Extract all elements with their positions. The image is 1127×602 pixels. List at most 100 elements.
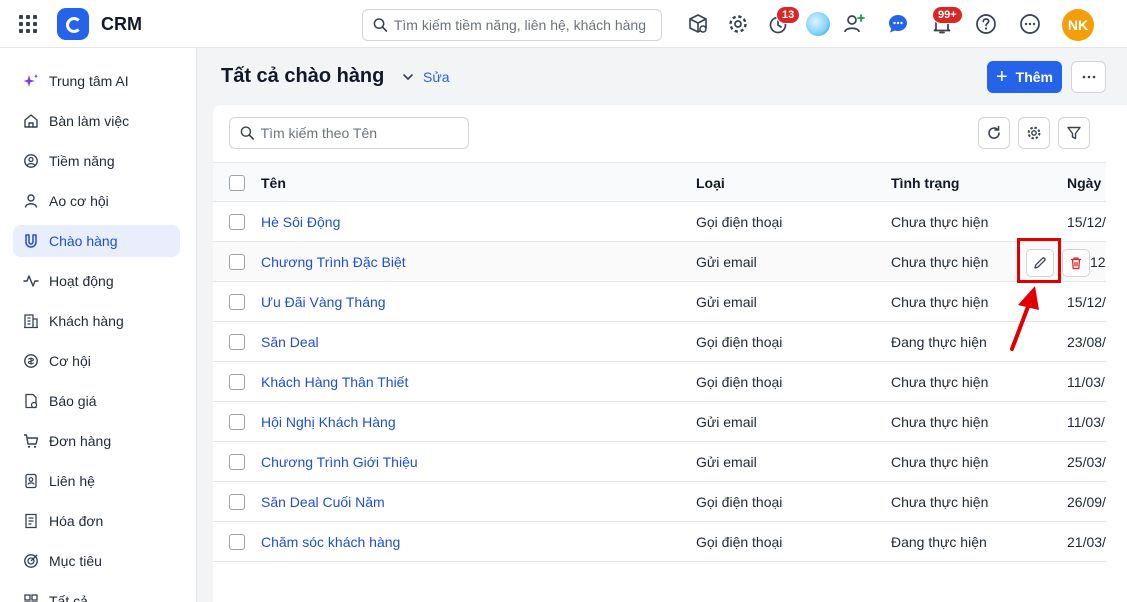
- row-checkbox[interactable]: [229, 374, 245, 390]
- row-checkbox[interactable]: [229, 334, 245, 350]
- row-checkbox[interactable]: [229, 534, 245, 550]
- table-row[interactable]: Săn Deal Cuối Năm Gọi điện thoại Chưa th…: [213, 482, 1127, 522]
- row-checkbox[interactable]: [229, 294, 245, 310]
- row-name-link[interactable]: Săn Deal Cuối Năm: [261, 494, 385, 510]
- sidebar-item-orders[interactable]: Đơn hàng: [13, 425, 180, 457]
- global-search-input[interactable]: [393, 17, 661, 33]
- row-name-link[interactable]: Hội Nghị Khách Hàng: [261, 414, 396, 430]
- pool-icon: [24, 194, 38, 208]
- table-row[interactable]: Chăm sóc khách hàng Gọi điện thoại Đang …: [213, 522, 1127, 562]
- sidebar-item-label: Báo giá: [49, 393, 97, 409]
- row-checkbox[interactable]: [229, 414, 245, 430]
- row-edit-button[interactable]: [1026, 249, 1054, 277]
- row-name-link[interactable]: Ưu Đãi Vàng Tháng: [261, 294, 386, 310]
- notification-bell-icon[interactable]: 99+: [930, 6, 963, 36]
- select-all-checkbox[interactable]: [229, 175, 245, 191]
- row-type: Gọi điện thoại: [696, 494, 783, 510]
- column-header-type[interactable]: Loại: [696, 175, 725, 191]
- invoice-icon: [25, 513, 37, 529]
- list-search[interactable]: [229, 117, 469, 149]
- package-search-icon[interactable]: [686, 12, 710, 36]
- sidebar: Trung tâm AI Bàn làm việc Tiềm năng Ao c…: [0, 48, 197, 602]
- column-header-status[interactable]: Tình trạng: [891, 175, 959, 191]
- row-status: Chưa thực hiện: [891, 214, 989, 230]
- add-user-icon[interactable]: [842, 12, 866, 36]
- sidebar-item-invoices[interactable]: Hóa đơn: [13, 505, 180, 537]
- table-row[interactable]: Săn Deal Gọi điện thoại Đang thực hiện 2…: [213, 322, 1127, 362]
- sidebar-item-activities[interactable]: Hoạt động: [13, 265, 180, 297]
- row-type: Gọi điện thoại: [696, 374, 783, 390]
- sidebar-item-label: Liên hệ: [49, 473, 95, 489]
- list-search-input[interactable]: [260, 125, 468, 141]
- row-date: 15/12/: [1067, 294, 1106, 310]
- row-delete-button[interactable]: [1062, 249, 1090, 277]
- table-row[interactable]: Chương Trình Giới Thiệu Gửi email Chưa t…: [213, 442, 1127, 482]
- sidebar-item-goals[interactable]: Mục tiêu: [13, 545, 180, 577]
- row-status: Chưa thực hiện: [891, 254, 989, 270]
- filter-button[interactable]: [1058, 117, 1090, 149]
- row-status: Đang thực hiện: [891, 334, 987, 350]
- sidebar-item-quotes[interactable]: Báo giá: [13, 385, 180, 417]
- sidebar-item-prospects[interactable]: Tiềm năng: [13, 145, 180, 177]
- search-icon: [373, 18, 388, 32]
- more-apps-icon[interactable]: [1018, 12, 1042, 36]
- table-row[interactable]: Hè Sôi Động Gọi điện thoại Chưa thực hiệ…: [213, 202, 1127, 242]
- sidebar-item-opportunities[interactable]: Cơ hội: [13, 345, 180, 377]
- table-row[interactable]: Chương Trình Đặc Biệt Gửi email Chưa thự…: [213, 242, 1127, 282]
- more-options-button[interactable]: [1071, 61, 1106, 93]
- row-checkbox[interactable]: [229, 494, 245, 510]
- row-type: Gửi email: [696, 454, 757, 470]
- row-status: Chưa thực hiện: [891, 454, 989, 470]
- table-row[interactable]: Hội Nghị Khách Hàng Gửi email Chưa thực …: [213, 402, 1127, 442]
- help-icon[interactable]: [974, 12, 998, 36]
- column-header-date[interactable]: Ngày l: [1067, 175, 1109, 191]
- row-checkbox[interactable]: [229, 454, 245, 470]
- table-row[interactable]: Khách Hàng Thân Thiết Gọi điện thoại Chư…: [213, 362, 1127, 402]
- row-name-link[interactable]: Khách Hàng Thân Thiết: [261, 374, 408, 390]
- sidebar-item-label: Cơ hội: [49, 353, 91, 369]
- page-title: Tất cả chào hàng: [221, 65, 385, 87]
- sidebar-item-label: Hóa đơn: [49, 513, 104, 529]
- global-search[interactable]: [362, 9, 662, 41]
- sidebar-item-desk[interactable]: Bàn làm việc: [13, 105, 180, 137]
- sidebar-item-opportunity-pool[interactable]: Ao cơ hội: [13, 185, 180, 217]
- refresh-button[interactable]: [978, 117, 1010, 149]
- edit-view-link[interactable]: Sửa: [423, 69, 450, 85]
- sparkle-icon: [23, 74, 39, 87]
- quote-icon: [25, 393, 38, 409]
- app-launcher-icon[interactable]: [16, 12, 40, 36]
- column-settings-button[interactable]: [1018, 117, 1050, 149]
- chat-icon[interactable]: [886, 12, 910, 36]
- row-name-link[interactable]: Chương Trình Đặc Biệt: [261, 254, 406, 270]
- sidebar-item-customers[interactable]: Khách hàng: [13, 305, 180, 337]
- row-status: Chưa thực hiện: [891, 374, 989, 390]
- sidebar-item-offers[interactable]: Chào hàng: [13, 225, 180, 257]
- chevron-down-icon[interactable]: [400, 69, 416, 85]
- row-checkbox[interactable]: [229, 214, 245, 230]
- column-header-name[interactable]: Tên: [261, 175, 286, 191]
- offers-list-card: Tên Loại Tình trạng Ngày l Hè Sôi Động G…: [213, 105, 1127, 602]
- sidebar-item-label: Hoạt động: [49, 273, 114, 289]
- assistant-avatar[interactable]: [806, 12, 830, 36]
- row-checkbox[interactable]: [229, 254, 245, 270]
- sidebar-item-ai-center[interactable]: Trung tâm AI: [13, 65, 180, 97]
- reminder-clock-icon[interactable]: 13: [766, 6, 801, 36]
- row-name-link[interactable]: Săn Deal: [261, 334, 319, 350]
- user-avatar[interactable]: NK: [1062, 9, 1094, 41]
- row-date: 26/09/: [1067, 494, 1106, 510]
- notification-count-badge: 99+: [932, 6, 963, 24]
- add-button[interactable]: + Thêm: [987, 61, 1062, 93]
- row-date: 11/03/: [1067, 414, 1105, 430]
- sidebar-item-contacts[interactable]: Liên hệ: [13, 465, 180, 497]
- row-type: Gửi email: [696, 414, 757, 430]
- settings-gear-icon[interactable]: [726, 12, 750, 36]
- sidebar-item-all[interactable]: Tất cả: [13, 585, 180, 602]
- crm-logo[interactable]: [57, 8, 89, 40]
- row-name-link[interactable]: Chăm sóc khách hàng: [261, 534, 400, 550]
- row-date: 23/08/: [1067, 334, 1106, 350]
- table-row[interactable]: Ưu Đãi Vàng Tháng Gửi email Chưa thực hi…: [213, 282, 1127, 322]
- sidebar-item-label: Tiềm năng: [49, 153, 115, 169]
- row-name-link[interactable]: Chương Trình Giới Thiệu: [261, 454, 418, 470]
- plus-icon: +: [995, 66, 1008, 88]
- row-name-link[interactable]: Hè Sôi Động: [261, 214, 340, 230]
